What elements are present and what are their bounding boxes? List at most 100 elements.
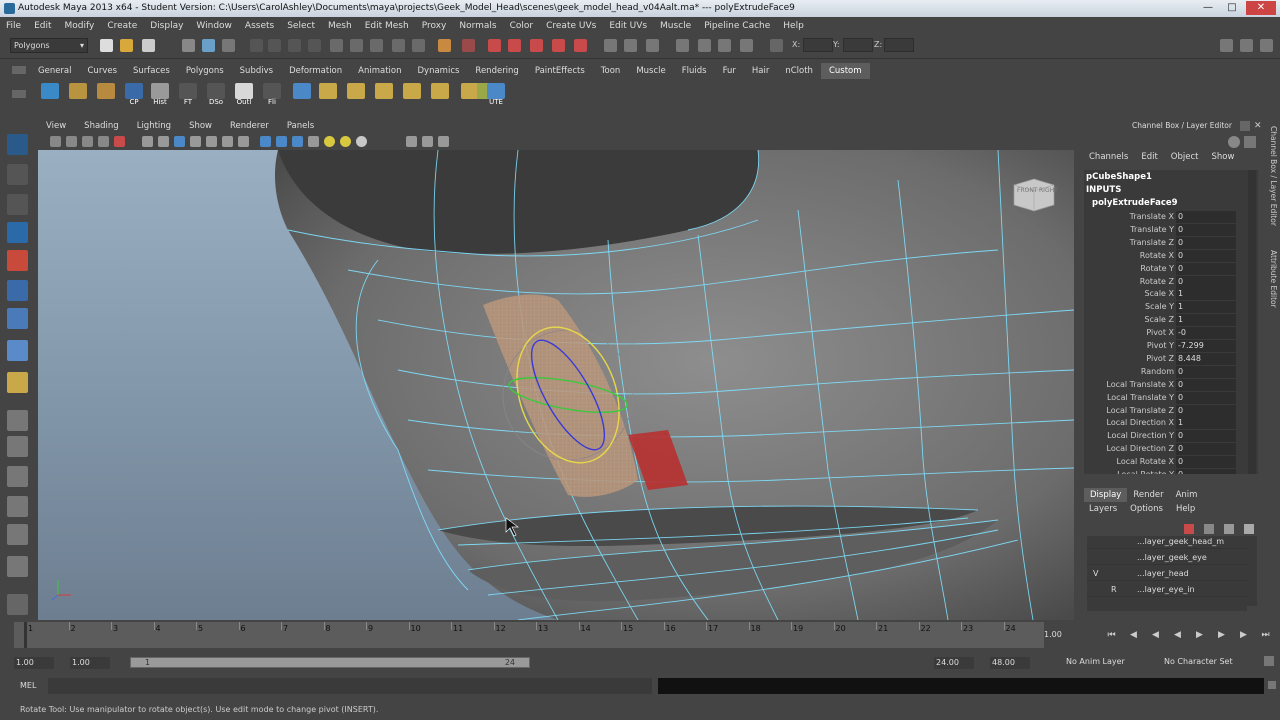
film-gate-icon[interactable] [158, 136, 169, 147]
render-view-icon[interactable] [574, 39, 587, 52]
channel-value-field[interactable]: 0 [1176, 443, 1236, 456]
panel-menu-lighting[interactable]: Lighting [137, 121, 171, 131]
playback-end-field[interactable]: 24.00 [934, 657, 974, 669]
step-forward-frame-icon[interactable]: ▶ [1216, 630, 1227, 641]
shelf-button-cylinder[interactable] [38, 82, 62, 108]
four-view-layout-icon[interactable] [7, 436, 28, 457]
gate-mask-icon[interactable] [190, 136, 201, 147]
show-attribute-editor-icon[interactable] [1220, 39, 1233, 52]
close-icon[interactable]: ✕ [1246, 1, 1276, 15]
shelf-tab-rendering[interactable]: Rendering [467, 63, 526, 79]
edge-mask-icon[interactable] [268, 39, 281, 52]
render-frame-icon[interactable] [488, 39, 501, 52]
layer-name[interactable]: ...layer_head [1137, 569, 1189, 578]
maximize-icon[interactable]: □ [1220, 1, 1244, 15]
z-field[interactable] [884, 38, 914, 52]
shelf-button-bevel[interactable] [428, 82, 452, 108]
shelf-tab-deformation[interactable]: Deformation [281, 63, 350, 79]
close-panel-icon[interactable]: ✕ [1254, 121, 1264, 131]
symmetry-icon[interactable] [646, 39, 659, 52]
vertex-mask-icon[interactable] [250, 39, 263, 52]
shelf-button-outliner[interactable]: Outl [232, 82, 256, 108]
side-tab-channel-box[interactable]: Channel Box / Layer Editor [1266, 126, 1278, 226]
grid-toggle-icon[interactable] [718, 39, 731, 52]
speed-icon[interactable] [1228, 136, 1240, 148]
input-output-icon[interactable] [438, 39, 451, 52]
layer-tab-render[interactable]: Render [1127, 488, 1169, 502]
shelf-tab-fur[interactable]: Fur [715, 63, 744, 79]
channel-value-field[interactable]: 1 [1176, 314, 1236, 327]
channel-value-field[interactable]: -7.299 [1176, 340, 1236, 352]
channel-value-field[interactable]: 0 [1176, 404, 1236, 417]
menu-pipeline-cache[interactable]: Pipeline Cache [704, 21, 770, 31]
channel-value-field[interactable]: 0 [1176, 262, 1236, 275]
panel-menu-show[interactable]: Show [189, 121, 212, 131]
channel-value-field[interactable]: 1 [1176, 288, 1236, 301]
channel-value-field[interactable]: 8.448 [1176, 352, 1236, 365]
layer-name[interactable]: ...layer_geek_eye [1137, 553, 1207, 562]
channel-row[interactable]: Rotate Y0 [1084, 262, 1244, 276]
view-cube[interactable]: FRONT RIGHT [1010, 175, 1058, 213]
menu-select[interactable]: Select [287, 21, 315, 31]
layout-options-icon[interactable] [7, 594, 28, 615]
channel-row[interactable]: Local Rotate Y0 [1084, 469, 1244, 474]
step-back-frame-icon[interactable]: ◀ [1150, 630, 1161, 641]
shadows-icon[interactable] [340, 136, 351, 147]
channel-value-field[interactable]: 0 [1176, 430, 1236, 443]
shelf-tab-custom[interactable]: Custom [820, 63, 870, 79]
layer-tab-display[interactable]: Display [1084, 488, 1128, 502]
animation-start-field[interactable]: 1.00 [14, 657, 54, 669]
render-settings-icon[interactable] [530, 39, 543, 52]
step-back-key-icon[interactable]: ◀ [1128, 630, 1139, 641]
mel-label[interactable]: MEL [20, 681, 36, 690]
shelf-tab-fluids[interactable]: Fluids [674, 63, 715, 79]
new-layer-selected-icon[interactable] [1244, 524, 1254, 534]
live-surface-icon[interactable] [412, 39, 425, 52]
channel-row[interactable]: Translate Z0 [1084, 236, 1244, 250]
new-scene-icon[interactable] [100, 39, 113, 52]
shelf-tab-animation[interactable]: Animation [350, 63, 409, 79]
camera-attributes-icon[interactable] [66, 136, 77, 147]
move-layer-down-icon[interactable] [1204, 524, 1214, 534]
channel-row[interactable]: Pivot Y -7.299 [1084, 340, 1244, 353]
menu-edit-uvs[interactable]: Edit UVs [609, 21, 647, 31]
playback-start-field[interactable]: 1.00 [70, 657, 110, 669]
menu-display[interactable]: Display [150, 21, 183, 31]
shelf-tab-general[interactable]: General [30, 63, 80, 79]
play-forwards-icon[interactable]: ▶ [1194, 630, 1205, 641]
layer-row[interactable]: R ...layer_eye_in [1087, 582, 1249, 597]
smooth-shade-icon[interactable] [276, 136, 287, 147]
hypershade-layout-icon[interactable] [7, 524, 28, 545]
select-tool-icon[interactable] [7, 134, 28, 155]
new-layer-icon[interactable] [1224, 524, 1234, 534]
xray-icon[interactable] [422, 136, 433, 147]
x-field[interactable] [803, 38, 833, 52]
shelf-button-uv-texture-editor[interactable]: UTE [484, 82, 508, 108]
select-object-icon[interactable] [202, 39, 215, 52]
persp-outliner-layout-icon[interactable] [7, 466, 28, 487]
show-manipulator-icon[interactable] [7, 372, 28, 393]
select-camera-icon[interactable] [50, 136, 61, 147]
panel-menu-shading[interactable]: Shading [84, 121, 119, 131]
layer-name[interactable]: ...layer_eye_in [1137, 585, 1195, 594]
menu-color[interactable]: Color [510, 21, 534, 31]
menu-window[interactable]: Window [196, 21, 232, 31]
save-scene-icon[interactable] [142, 39, 155, 52]
resolution-gate-icon[interactable] [740, 39, 753, 52]
ipr-render-icon[interactable] [508, 39, 521, 52]
channel-row[interactable]: Local Translate X0 [1084, 378, 1244, 392]
menu-muscle[interactable]: Muscle [660, 21, 691, 31]
menu-create[interactable]: Create [107, 21, 137, 31]
construction-history-icon[interactable] [462, 39, 475, 52]
step-forward-key-icon[interactable]: ▶ [1238, 630, 1249, 641]
shelf-button-display[interactable]: DSo [204, 82, 228, 108]
character-set-selector[interactable]: No Character Set [1164, 657, 1233, 666]
select-hierarchy-icon[interactable] [182, 39, 195, 52]
layer-name[interactable]: ...layer_geek_head_m [1137, 537, 1224, 546]
animation-end-field[interactable]: 48.00 [990, 657, 1030, 669]
menu-modify[interactable]: Modify [65, 21, 95, 31]
go-to-end-icon[interactable]: ⏭ [1260, 630, 1271, 641]
channel-row[interactable]: Scale X1 [1084, 288, 1244, 301]
channel-row[interactable]: Translate X0 [1084, 211, 1244, 224]
shelf-button-freeze-transform[interactable]: FT [176, 82, 200, 108]
